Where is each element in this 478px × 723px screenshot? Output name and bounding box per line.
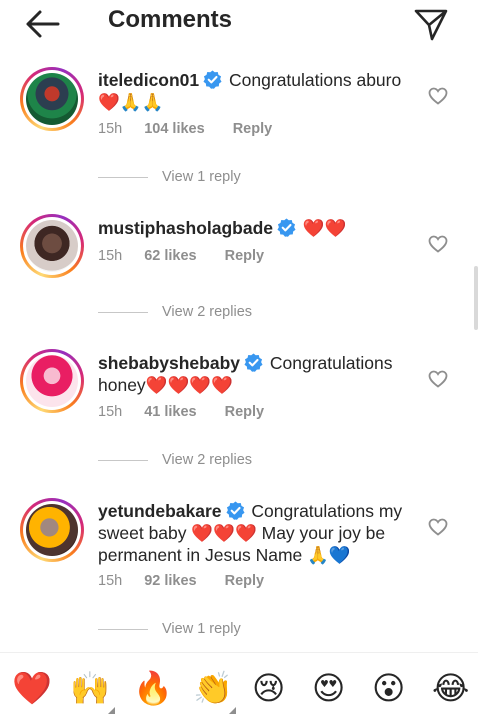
divider [98, 459, 148, 461]
verified-badge-icon [277, 218, 296, 237]
divider [98, 628, 148, 630]
reply-button[interactable]: Reply [225, 573, 265, 589]
avatar[interactable] [20, 498, 84, 562]
page-title: Comments [108, 6, 233, 33]
avatar[interactable] [20, 349, 84, 413]
comment-username[interactable]: yetundebakare [98, 501, 222, 521]
divider [98, 176, 148, 178]
comment-meta: 15h 92 likes Reply [98, 573, 264, 589]
comment-likes[interactable]: 62 likes [144, 248, 196, 264]
comment-time: 15h [98, 404, 123, 420]
emoji-surprised-face[interactable]: 😮 [372, 669, 405, 707]
skin-tone-indicator-icon [229, 707, 236, 714]
reply-button[interactable]: Reply [225, 404, 265, 420]
comment-meta: 15h 62 likes Reply [98, 248, 264, 264]
like-heart-icon[interactable] [428, 235, 448, 253]
verified-badge-icon [226, 501, 245, 520]
avatar[interactable] [20, 67, 84, 131]
view-replies-button[interactable]: View 1 reply [98, 167, 241, 187]
emoji-fire[interactable]: 🔥 [133, 669, 173, 707]
view-replies-button[interactable]: View 2 replies [98, 450, 252, 470]
comment-username[interactable]: mustiphasholagbade [98, 218, 273, 238]
comment-text: shebabyshebaby Congratulations honey❤️❤️… [98, 353, 393, 395]
comment-time: 15h [98, 573, 123, 589]
verified-badge-icon [244, 353, 263, 372]
like-heart-icon[interactable] [428, 87, 448, 105]
emoji-reaction-bar: ❤️ 🙌 🔥 👏 😢 😍 😮 😂 [0, 652, 478, 723]
like-heart-icon[interactable] [428, 370, 448, 388]
reply-button[interactable]: Reply [233, 121, 273, 137]
comment-time: 15h [98, 248, 123, 264]
arrow-left-icon[interactable] [22, 8, 62, 40]
divider [98, 311, 148, 313]
comment-meta: 15h 104 likes Reply [98, 121, 272, 137]
emoji-tears-of-joy[interactable]: 😂 [432, 669, 469, 707]
view-replies-button[interactable]: View 2 replies [98, 302, 252, 322]
avatar-image [26, 504, 78, 556]
avatar-image [26, 355, 78, 407]
paper-plane-icon[interactable] [413, 8, 449, 42]
emoji-crying-face[interactable]: 😢 [252, 669, 285, 707]
like-heart-icon[interactable] [428, 518, 448, 536]
comment-username[interactable]: iteledicon01 [98, 70, 199, 90]
emoji-clapping-hands[interactable]: 👏 [193, 669, 233, 707]
reply-button[interactable]: Reply [225, 248, 265, 264]
comment-likes[interactable]: 41 likes [144, 404, 196, 420]
comment-likes[interactable]: 92 likes [144, 573, 196, 589]
avatar-image [26, 220, 78, 272]
verified-badge-icon [203, 70, 222, 89]
comment-text: iteledicon01 Congratulations aburo ❤️🙏🙏 [98, 70, 402, 112]
comment-meta: 15h 41 likes Reply [98, 404, 264, 420]
view-replies-button[interactable]: View 1 reply [98, 619, 241, 639]
avatar[interactable] [20, 214, 84, 278]
comment-likes[interactable]: 104 likes [144, 121, 204, 137]
comment-text: mustiphasholagbade ❤️❤️ [98, 218, 347, 238]
emoji-red-heart[interactable]: ❤️ [12, 669, 52, 707]
avatar-image [26, 73, 78, 125]
emoji-heart-eyes[interactable]: 😍 [312, 669, 345, 707]
emoji-raising-hands[interactable]: 🙌 [70, 669, 110, 707]
comments-header: Comments [0, 0, 478, 48]
scrollbar[interactable] [474, 266, 478, 330]
skin-tone-indicator-icon [108, 707, 115, 714]
comment-text: yetundebakare Congratulations my sweet b… [98, 501, 403, 565]
comment-username[interactable]: shebabyshebaby [98, 353, 240, 373]
comment-time: 15h [98, 121, 123, 137]
